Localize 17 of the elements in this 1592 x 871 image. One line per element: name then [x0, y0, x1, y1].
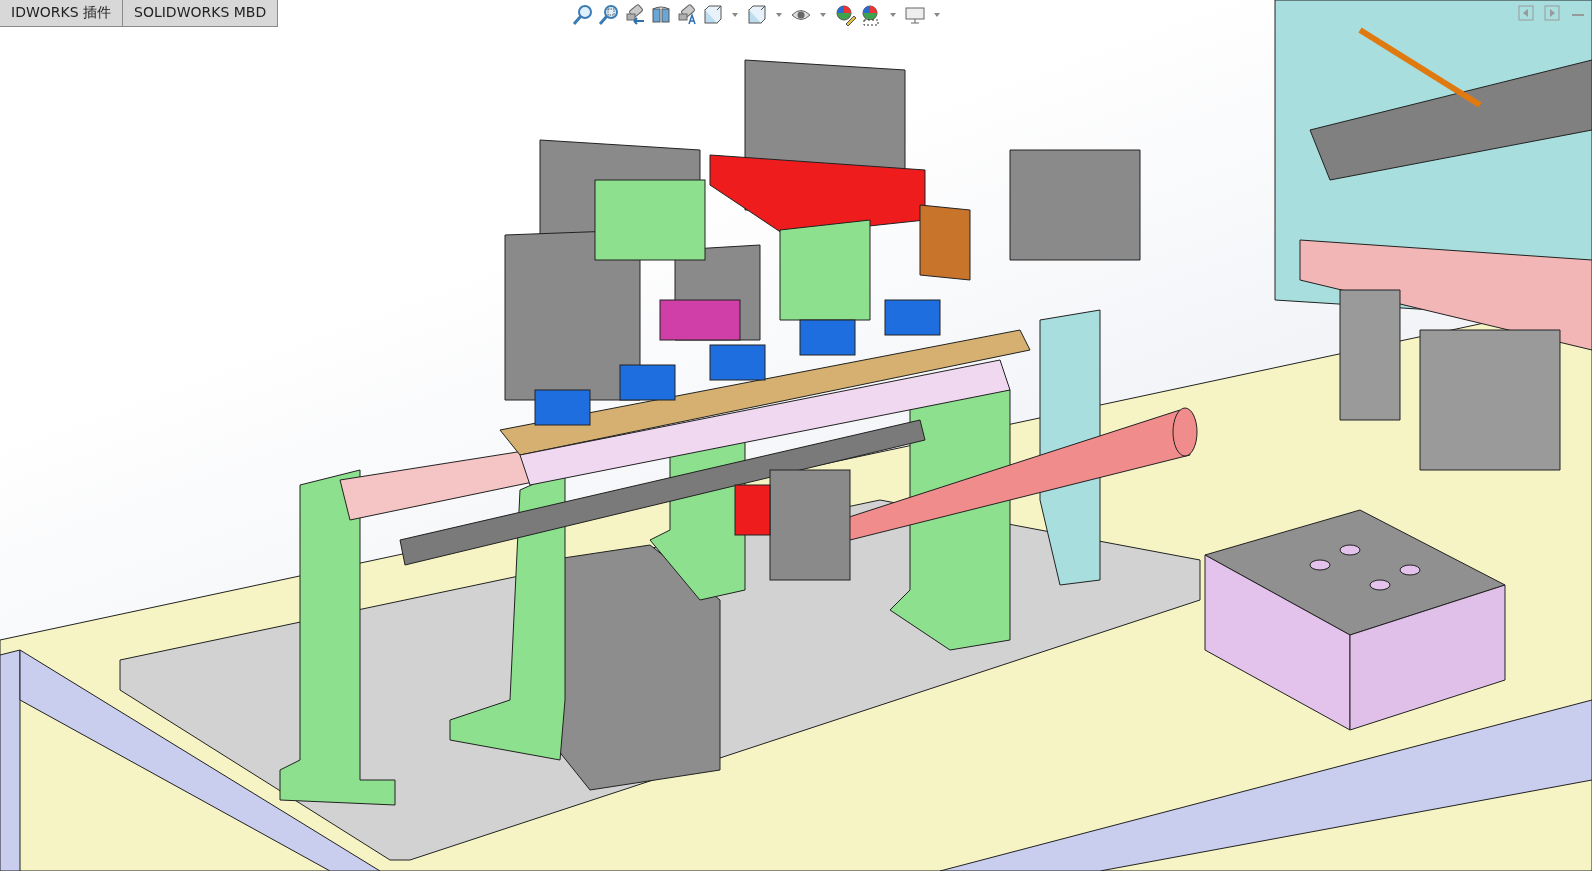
caret-icon[interactable]: [934, 13, 940, 17]
section-view-icon[interactable]: [650, 4, 672, 26]
caret-icon[interactable]: [890, 13, 896, 17]
zoom-area-icon[interactable]: [598, 4, 620, 26]
caret-icon[interactable]: [776, 13, 782, 17]
caret-icon[interactable]: [820, 13, 826, 17]
caret-icon[interactable]: [732, 13, 738, 17]
command-tab[interactable]: IDWORKS 插件: [0, 0, 124, 27]
view-cube-icon[interactable]: [702, 4, 724, 26]
appearance-icon[interactable]: [834, 4, 856, 26]
flashlight-icon[interactable]: [676, 4, 698, 26]
zoom-fit-icon[interactable]: [572, 4, 594, 26]
scene-icon[interactable]: [860, 4, 882, 26]
command-tab[interactable]: SOLIDWORKS MBD: [122, 0, 279, 27]
monitor-icon[interactable]: [904, 4, 926, 26]
binoculars-icon[interactable]: [624, 4, 646, 26]
display-style-icon[interactable]: [746, 4, 768, 26]
